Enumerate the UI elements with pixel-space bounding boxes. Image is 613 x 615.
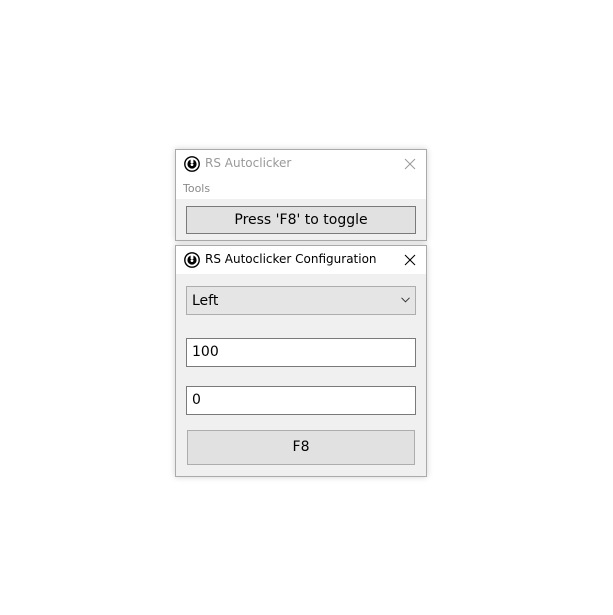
config-window-close-button[interactable] — [394, 246, 426, 274]
hotkey-button[interactable]: F8 — [187, 430, 415, 465]
app-icon — [184, 252, 200, 268]
menu-bar: Tools — [176, 178, 426, 199]
main-window-titlebar[interactable]: RS Autoclicker — [176, 150, 426, 178]
toggle-button[interactable]: Press 'F8' to toggle — [186, 206, 416, 234]
app-icon — [184, 156, 200, 172]
main-window-close-button[interactable] — [394, 150, 426, 178]
click-button-select[interactable]: Left — [186, 286, 416, 315]
main-window: RS Autoclicker Tools Press 'F8' to toggl… — [175, 149, 427, 241]
config-window: RS Autoclicker Configuration Left 100 0 … — [175, 245, 427, 477]
chevron-down-icon — [401, 297, 410, 303]
interval-field[interactable]: 100 — [186, 338, 416, 367]
desktop: RS Autoclicker Tools Press 'F8' to toggl… — [0, 0, 613, 615]
click-button-select-value: Left — [192, 293, 219, 309]
config-window-titlebar[interactable]: RS Autoclicker Configuration — [176, 246, 426, 274]
config-window-title: RS Autoclicker Configuration — [205, 252, 377, 266]
close-icon — [404, 254, 416, 266]
menu-item-tools[interactable]: Tools — [183, 182, 210, 196]
close-icon — [404, 158, 416, 170]
delay-field[interactable]: 0 — [186, 386, 416, 415]
main-window-title: RS Autoclicker — [205, 156, 292, 170]
